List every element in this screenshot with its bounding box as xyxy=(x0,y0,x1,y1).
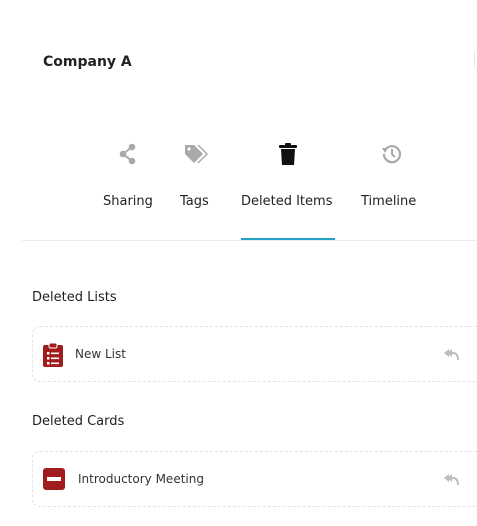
restore-icon[interactable] xyxy=(443,472,459,486)
history-icon xyxy=(378,140,406,168)
tab-sharing-label: Sharing xyxy=(103,194,153,209)
restore-icon[interactable] xyxy=(443,347,459,361)
deleted-list-name: New List xyxy=(75,347,126,361)
tags-icon xyxy=(182,140,210,168)
share-icon xyxy=(114,140,142,168)
deleted-card-name: Introductory Meeting xyxy=(78,472,204,486)
trash-icon xyxy=(274,140,302,168)
tab-sharing[interactable]: Sharing xyxy=(94,130,164,242)
card-minus-icon xyxy=(43,468,65,490)
list-item: Introductory Meeting xyxy=(32,451,477,507)
tab-tags[interactable]: Tags xyxy=(174,130,220,242)
clipboard-list-icon xyxy=(43,342,63,367)
list-item: New List xyxy=(32,326,477,382)
tab-timeline-label: Timeline xyxy=(361,194,417,209)
tab-deleted-items-label: Deleted Items xyxy=(241,194,333,209)
tab-bar: Sharing Tags Deleted Items Timeline xyxy=(94,130,434,242)
tab-tags-label: Tags xyxy=(180,194,209,209)
deleted-lists-heading: Deleted Lists xyxy=(32,290,117,305)
tab-deleted-items[interactable]: Deleted Items xyxy=(236,130,340,242)
tab-timeline[interactable]: Timeline xyxy=(356,130,426,242)
page-title: Company A xyxy=(43,54,132,70)
deleted-cards-heading: Deleted Cards xyxy=(32,414,125,429)
tabs-divider xyxy=(22,240,477,241)
deleted-items-panel: Company A Sharing Tags Deleted Items Tim… xyxy=(0,0,477,526)
